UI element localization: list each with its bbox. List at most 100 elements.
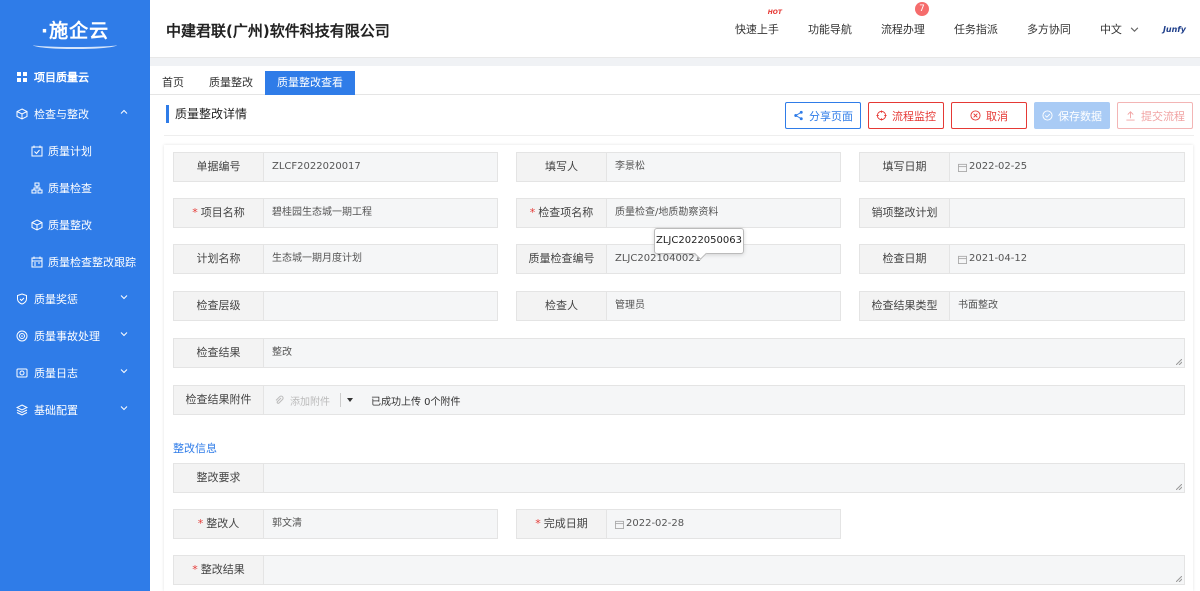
check-item-field: * 检查项名称 质量检查/地质勘察资料 — [516, 198, 841, 228]
language-select[interactable]: 中文 — [1100, 21, 1139, 37]
org-chart-icon — [31, 182, 43, 194]
notification-badge: 7 — [914, 2, 929, 16]
sidebar-item-label: 质量事故处理 — [34, 329, 100, 343]
field-label: 填写人 — [517, 153, 607, 181]
field-label: 质量检查编号 — [517, 245, 607, 273]
add-attachment-button[interactable]: 添加附件 — [274, 393, 330, 408]
attachment-field: 检查结果附件 添加附件 已成功上传 0个附件 — [173, 385, 1185, 415]
sidebar-item-label: 检查与整改 — [34, 107, 89, 121]
field-value[interactable] — [264, 464, 1184, 492]
upload-icon — [1126, 111, 1135, 121]
language-label: 中文 — [1099, 23, 1122, 36]
monitor-button[interactable]: 流程监控 — [868, 102, 944, 129]
resize-handle-icon[interactable] — [1176, 484, 1182, 490]
required-mark: * — [192, 206, 198, 219]
target-icon — [16, 330, 28, 342]
tab-bar: 首页 质量整改 质量整改查看 — [150, 66, 1200, 95]
add-attachment-label: 添加附件 — [290, 396, 330, 408]
field-label: * 整改人 — [174, 510, 264, 538]
section-title: 整改信息 — [173, 442, 217, 455]
sidebar-item-quality-check[interactable]: 质量检查 — [0, 169, 150, 206]
nav-collaboration[interactable]: 多方协同 — [1027, 21, 1071, 37]
attachment-control: 添加附件 已成功上传 0个附件 — [264, 386, 1184, 414]
field-label: 填写日期 — [860, 153, 950, 181]
check-result-field: 检查结果 整改 — [173, 338, 1185, 368]
field-value[interactable]: 整改 — [264, 339, 1184, 367]
sidebar-item-reward-penalty[interactable]: 质量奖惩 — [0, 280, 150, 317]
main-panel: 质量整改详情 分享页面 流程监控 取消 保存数据 提交流程 单据编号 ZLCF2… — [150, 95, 1200, 591]
page-title: 质量整改详情 — [166, 105, 247, 123]
attachment-status: 已成功上传 0个附件 — [371, 396, 461, 408]
sidebar-item-project-quality-cloud[interactable]: 项目质量云 — [0, 58, 150, 95]
sidebar-item-label: 基础配置 — [34, 403, 78, 417]
calendar-check-icon — [31, 145, 43, 157]
chevron-up-icon — [120, 109, 128, 114]
field-label: 计划名称 — [174, 245, 264, 273]
field-label: 检查日期 — [860, 245, 950, 273]
date-text: 2021-04-12 — [969, 253, 1028, 264]
field-value[interactable]: 郭文清 — [264, 510, 497, 538]
sidebar-item-quality-tracking[interactable]: 质量检查整改跟踪 — [0, 243, 150, 280]
save-button[interactable]: 保存数据 — [1034, 102, 1110, 129]
button-label: 保存数据 — [1058, 109, 1102, 123]
check-circle-icon — [1042, 110, 1053, 121]
date-value[interactable]: 2022-02-25 — [950, 153, 1184, 181]
detail-form: 单据编号 ZLCF2022020017 填写人 李景松 填写日期 2022-02… — [164, 145, 1193, 591]
sidebar-item-quality-log[interactable]: 质量日志 — [0, 354, 150, 391]
submit-button[interactable]: 提交流程 — [1117, 102, 1193, 129]
field-value[interactable] — [950, 199, 1184, 227]
sidebar-item-label: 质量计划 — [48, 144, 92, 158]
sidebar-item-quality-plan[interactable]: 质量计划 — [0, 132, 150, 169]
calendar-icon — [958, 163, 967, 172]
required-mark: * — [192, 563, 198, 576]
tab-quality-rectify-view[interactable]: 质量整改查看 — [265, 71, 355, 95]
cancel-button[interactable]: 取消 — [951, 102, 1027, 129]
tab-quality-rectify[interactable]: 质量整改 — [197, 71, 265, 95]
sidebar-item-quality-rectify[interactable]: 质量整改 — [0, 206, 150, 243]
resize-handle-icon[interactable] — [1176, 576, 1182, 582]
close-plan-field: 销项整改计划 — [859, 198, 1185, 228]
divider — [340, 393, 341, 407]
sidebar-item-check-rectify[interactable]: 检查与整改 — [0, 95, 150, 132]
label-text: 整改结果 — [200, 563, 245, 576]
field-value[interactable]: 碧桂园生态城一期工程 — [264, 199, 497, 227]
nav-function-guide[interactable]: 功能导航 — [808, 21, 852, 37]
doc-no-field: 单据编号 ZLCF2022020017 — [173, 152, 498, 182]
inspector-field: 检查人 管理员 — [516, 291, 841, 321]
field-value[interactable] — [264, 556, 1184, 584]
result-type-field: 检查结果类型 书面整改 — [859, 291, 1185, 321]
date-value[interactable]: 2021-04-12 — [950, 245, 1184, 273]
shield-icon — [16, 292, 28, 305]
hot-badge: HOT — [767, 9, 782, 16]
crosshair-icon — [876, 110, 887, 121]
field-label: * 检查项名称 — [517, 199, 607, 227]
sidebar-item-label: 质量日志 — [34, 366, 78, 380]
chevron-down-icon — [120, 332, 128, 337]
button-label: 分享页面 — [809, 109, 853, 123]
calendar-icon — [31, 256, 43, 268]
date-text: 2022-02-28 — [626, 518, 685, 529]
nav-quick-start[interactable]: 快速上手 HOT — [735, 9, 782, 37]
requirement-field: 整改要求 — [173, 463, 1185, 493]
field-value[interactable]: 质量检查/地质勘察资料 — [607, 199, 840, 227]
nav-task-assign[interactable]: 任务指派 — [954, 21, 998, 37]
caret-down-icon[interactable] — [347, 398, 353, 402]
date-value[interactable]: 2022-02-28 — [607, 510, 840, 538]
field-label: 检查结果附件 — [174, 386, 264, 414]
field-label: * 完成日期 — [517, 510, 607, 538]
nav-workflow[interactable]: 流程办理 7 — [881, 2, 929, 37]
resize-handle-icon[interactable] — [1176, 359, 1182, 365]
app-logo[interactable]: ·施企云 — [0, 0, 150, 58]
cube-icon — [16, 107, 28, 120]
rect-result-field: * 整改结果 — [173, 555, 1185, 585]
sidebar-item-accident[interactable]: 质量事故处理 — [0, 317, 150, 354]
sidebar-item-label: 质量检查 — [48, 181, 92, 195]
share-button[interactable]: 分享页面 — [785, 102, 861, 129]
sidebar-item-base-config[interactable]: 基础配置 — [0, 391, 150, 428]
chevron-down-icon — [1130, 26, 1139, 32]
label-text: 项目名称 — [200, 206, 245, 219]
field-label: 整改要求 — [174, 464, 264, 492]
tab-home[interactable]: 首页 — [150, 71, 196, 95]
filler-field: 填写人 李景松 — [516, 152, 841, 182]
calendar-icon — [958, 255, 967, 264]
